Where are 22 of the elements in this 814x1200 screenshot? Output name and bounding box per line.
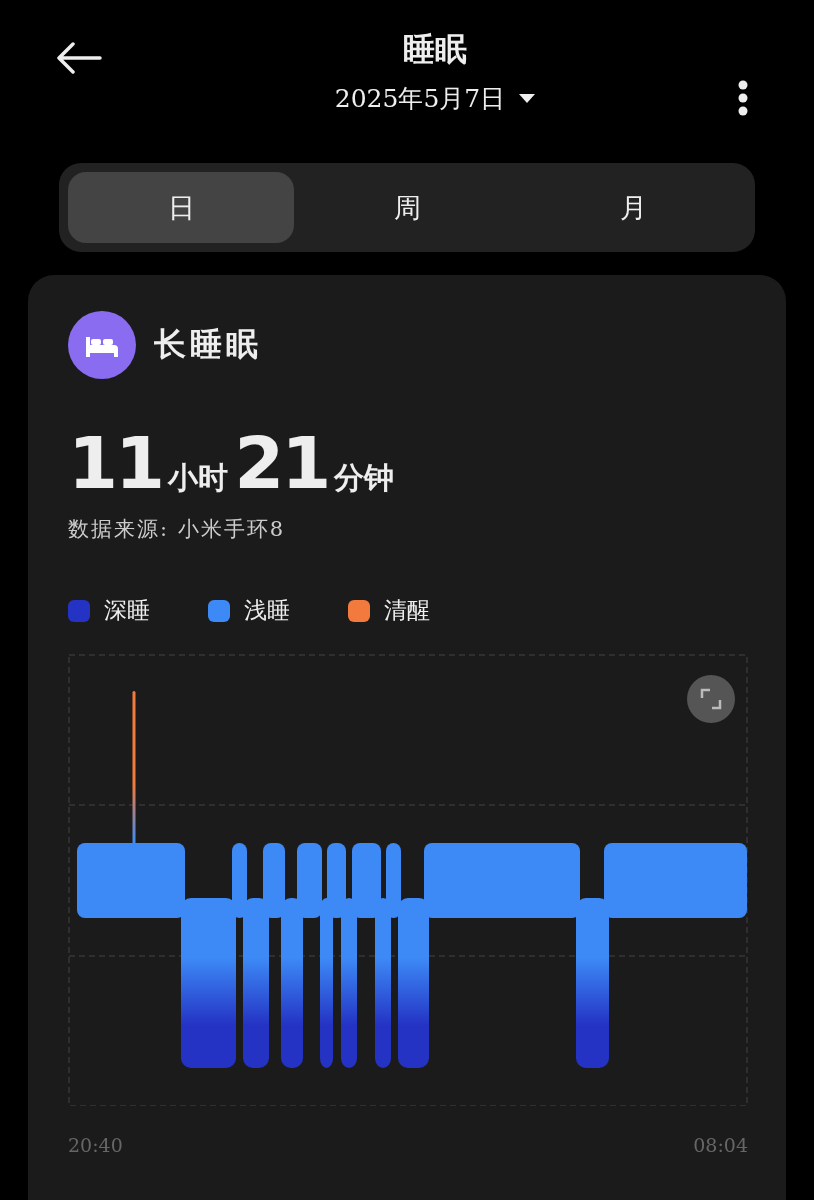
page-title: 睡眠: [403, 29, 467, 70]
fullscreen-icon: [700, 688, 722, 710]
period-tab[interactable]: 月: [520, 172, 746, 243]
period-tab[interactable]: 周: [294, 172, 520, 243]
end-time: 08:04: [693, 1134, 748, 1156]
period-tab[interactable]: 日: [68, 172, 294, 243]
data-source: 数据来源: 小米手环8: [68, 516, 287, 543]
duration-unit: 分钟: [334, 459, 395, 497]
bed-icon: [68, 311, 136, 379]
back-icon[interactable]: [56, 42, 102, 74]
caret-icon: [519, 93, 536, 104]
duration-value: 21: [234, 421, 329, 505]
legend-label: 深睡: [104, 596, 150, 625]
date-selector[interactable]: 2025年5月7日: [334, 82, 536, 115]
start-time: 20:40: [68, 1134, 123, 1156]
fullscreen-button[interactable]: [687, 675, 735, 723]
more-icon[interactable]: [738, 80, 748, 116]
legend-label: 浅睡: [244, 596, 290, 625]
duration-value: 11: [68, 421, 163, 505]
legend-label: 清醒: [384, 596, 430, 625]
duration-unit: 小时: [168, 459, 229, 497]
card-title: 长睡眠: [154, 324, 262, 365]
